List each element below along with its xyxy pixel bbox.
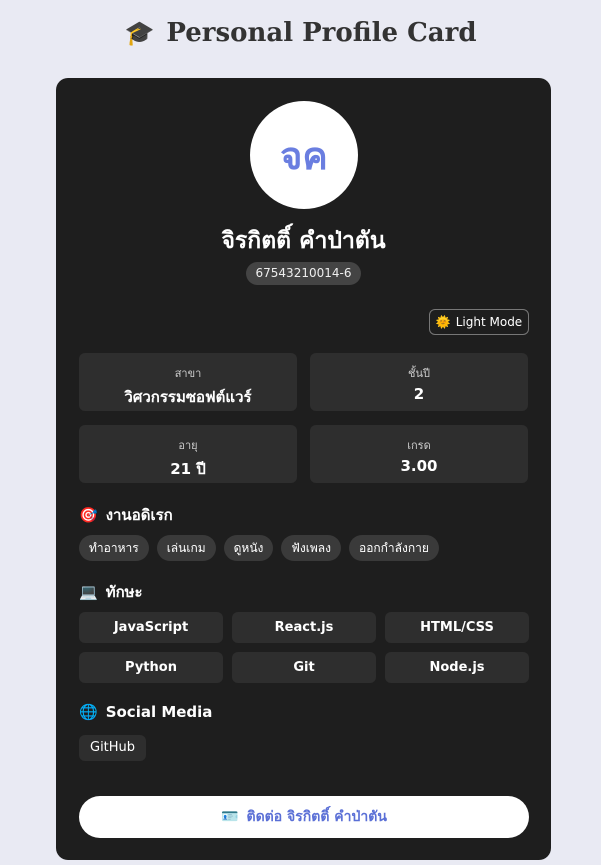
page-title: 🎓 Personal Profile Card <box>0 18 601 48</box>
contact-button-label: ติดต่อ จิรกิตติ์ คำป่าตัน <box>246 809 387 825</box>
sun-icon: 🌞 <box>435 315 451 329</box>
hobbies-list: ทำอาหาร เล่นเกม ดูหนัง ฟังเพลง ออกกำลังก… <box>79 535 439 561</box>
skills-grid: JavaScript React.js HTML/CSS Python Git … <box>79 612 529 683</box>
social-title-text: Social Media <box>105 703 213 721</box>
info-value: 3.00 <box>400 457 438 475</box>
info-label: อายุ <box>178 439 198 452</box>
info-value: 21 ปี <box>170 460 206 478</box>
contact-button[interactable]: 🪪 ติดต่อ จิรกิตติ์ คำป่าตัน <box>79 796 529 838</box>
skills-title: 💻 ทักษะ <box>79 580 143 604</box>
info-label: สาขา <box>174 367 202 380</box>
graduation-cap-icon: 🎓 <box>124 19 155 47</box>
hobby-chip: ทำอาหาร <box>79 535 149 561</box>
github-link[interactable]: GitHub <box>79 735 147 761</box>
page-title-text: Personal Profile Card <box>166 18 477 48</box>
hobby-chip: เล่นเกม <box>156 535 216 561</box>
skills-title-text: ทักษะ <box>105 583 143 601</box>
info-label: เกรด <box>407 439 431 452</box>
target-icon: 🎯 <box>79 506 98 524</box>
hobby-chip: ออกกำลังกาย <box>348 535 439 561</box>
skill-item: Python <box>79 652 223 683</box>
id-card-icon: 🪪 <box>221 809 239 825</box>
skill-item: Node.js <box>385 652 529 683</box>
info-value: 2 <box>413 385 425 403</box>
globe-icon: 🌐 <box>79 703 98 721</box>
laptop-icon: 💻 <box>79 583 98 601</box>
skill-item: HTML/CSS <box>385 612 529 643</box>
theme-toggle-button[interactable]: 🌞 Light Mode <box>429 309 529 335</box>
info-value: วิศวกรรมซอฟต์แวร์ <box>124 388 252 406</box>
info-grade: เกรด 3.00 <box>310 425 528 483</box>
info-year: ชั้นปี 2 <box>310 353 528 411</box>
profile-name: จิรกิตติ์ คำป่าตัน <box>221 228 386 254</box>
skill-item: JavaScript <box>79 612 223 643</box>
info-major: สาขา วิศวกรรมซอฟต์แวร์ <box>79 353 297 411</box>
hobbies-title: 🎯 งานอดิเรก <box>79 503 173 527</box>
skill-item: Git <box>232 652 376 683</box>
skill-item: React.js <box>232 612 376 643</box>
avatar: จค <box>250 101 358 209</box>
info-age: อายุ 21 ปี <box>79 425 297 483</box>
hobbies-title-text: งานอดิเรก <box>105 506 173 524</box>
social-title: 🌐 Social Media <box>79 703 212 721</box>
profile-card: จค จิรกิตติ์ คำป่าตัน 67543210014-6 🌞 Li… <box>56 78 551 860</box>
student-id-badge: 67543210014-6 <box>246 262 361 285</box>
info-label: ชั้นปี <box>408 367 430 380</box>
hobby-chip: ดูหนัง <box>223 535 274 561</box>
theme-toggle-label: Light Mode <box>455 315 523 329</box>
hobby-chip: ฟังเพลง <box>281 535 341 561</box>
